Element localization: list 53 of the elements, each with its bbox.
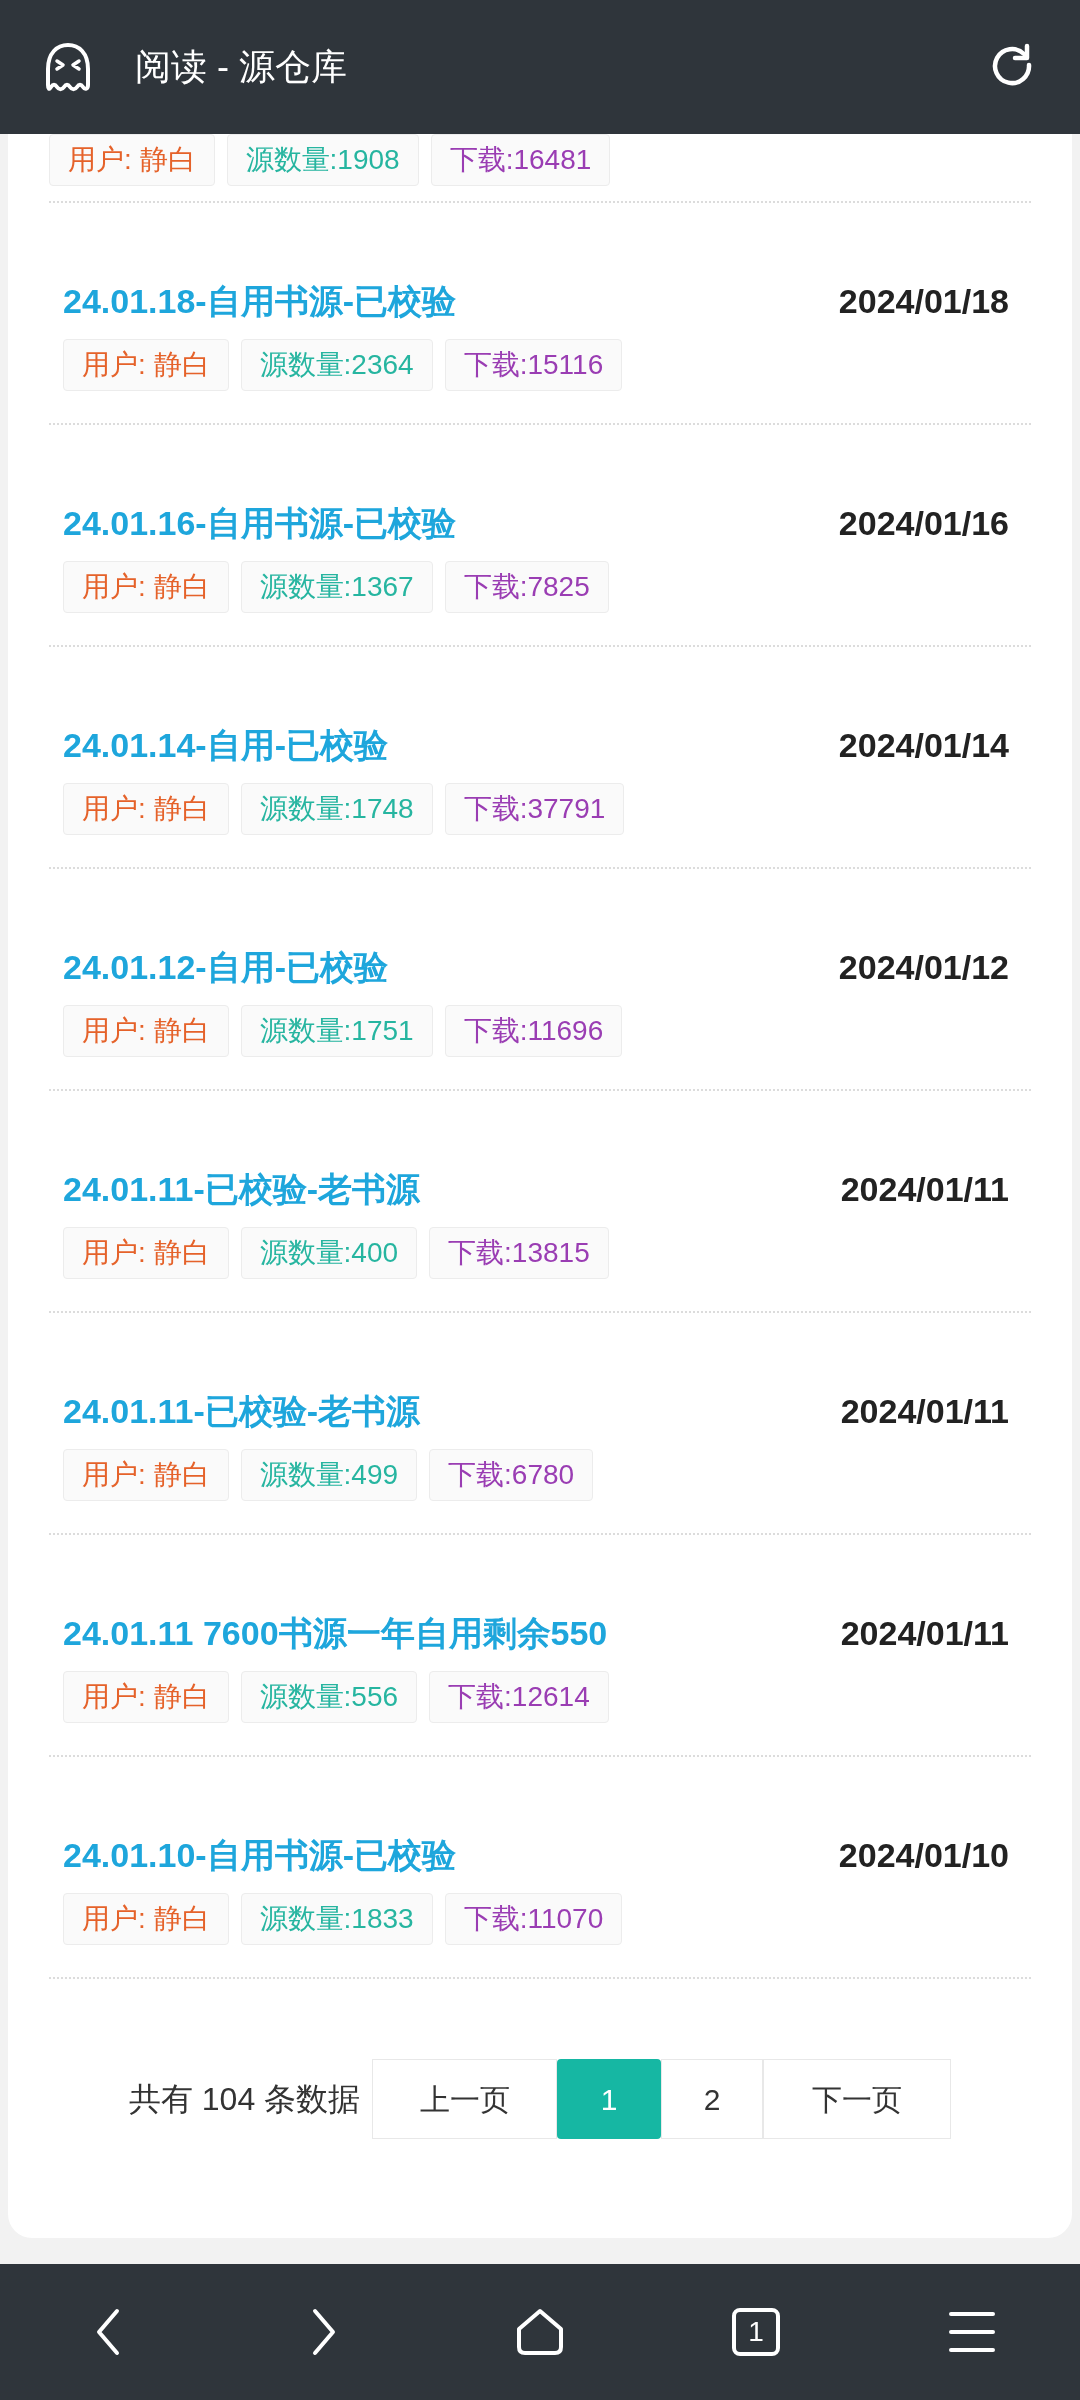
date-text: 2024/01/16 <box>838 502 1009 544</box>
download-count-tag: 下载:7825 <box>444 561 609 613</box>
user-tag: 用户: 静白 <box>63 1893 229 1945</box>
user-tag: 用户: 静白 <box>63 1671 229 1723</box>
user-tag: 用户: 静白 <box>63 1005 229 1057</box>
source-title-link[interactable]: 24.01.11-已校验-老书源 <box>63 1385 421 1437</box>
page-button[interactable]: 2 <box>661 2059 764 2139</box>
date-text: 2024/01/11 <box>840 1168 1009 1210</box>
page-button[interactable]: 上一页 <box>372 2059 558 2139</box>
date-text: 2024/01/18 <box>838 280 1009 322</box>
download-count-tag: 下载:11696 <box>444 1005 623 1057</box>
source-title-link[interactable]: 24.01.10-自用书源-已校验 <box>63 1829 456 1881</box>
user-tag: 用户: 静白 <box>63 1449 229 1501</box>
home-icon[interactable] <box>515 2307 565 2357</box>
date-text: 2024/01/14 <box>838 724 1009 766</box>
source-count-tag: 源数量:1908 <box>226 134 419 186</box>
download-count-tag: 下载:15116 <box>444 339 623 391</box>
ghost-icon[interactable] <box>43 41 93 93</box>
user-tag: 用户: 静白 <box>49 134 215 186</box>
source-title-link[interactable]: 24.01.11-已校验-老书源 <box>63 1163 421 1215</box>
download-count-tag: 下载:37791 <box>444 783 625 835</box>
user-tag: 用户: 静白 <box>63 1227 229 1279</box>
total-count-text: 共有 104 条数据 <box>128 2080 361 2119</box>
download-count-tag: 下载:6780 <box>429 1449 594 1501</box>
download-count-tag: 下载:13815 <box>429 1227 609 1279</box>
user-tag: 用户: 静白 <box>63 561 229 613</box>
tabs-button[interactable]: 1 <box>732 2308 780 2356</box>
date-text: 2024/01/12 <box>838 946 1009 988</box>
page-button[interactable]: 下一页 <box>763 2059 952 2139</box>
source-count-tag: 源数量:1833 <box>240 1893 433 1945</box>
source-count-tag: 源数量:1367 <box>240 561 433 613</box>
source-count-tag: 源数量:1751 <box>240 1005 433 1057</box>
page-title: 阅读 - 源仓库 <box>135 45 348 89</box>
date-text: 2024/01/11 <box>840 1390 1009 1432</box>
source-count-tag: 源数量:1748 <box>240 783 433 835</box>
download-count-tag: 下载:12614 <box>429 1671 609 1723</box>
download-count-tag: 下载:16481 <box>430 134 611 186</box>
source-title-link[interactable]: 24.01.16-自用书源-已校验 <box>63 497 456 549</box>
source-title-link[interactable]: 24.01.12-自用-已校验 <box>63 941 388 993</box>
date-text: 2024/01/10 <box>838 1834 1009 1876</box>
download-count-tag: 下载:11070 <box>444 1893 623 1945</box>
source-count-tag: 源数量:400 <box>240 1227 418 1279</box>
source-count-tag: 源数量:499 <box>240 1449 418 1501</box>
source-title-link[interactable]: 24.01.18-自用书源-已校验 <box>63 275 456 327</box>
user-tag: 用户: 静白 <box>63 339 229 391</box>
source-count-tag: 源数量:556 <box>240 1671 418 1723</box>
page-button[interactable]: 1 <box>557 2059 662 2139</box>
user-tag: 用户: 静白 <box>63 783 229 835</box>
date-text: 2024/01/11 <box>840 1612 1009 1654</box>
source-title-link[interactable]: 24.01.14-自用-已校验 <box>63 719 388 771</box>
menu-icon[interactable] <box>949 2310 995 2354</box>
source-count-tag: 源数量:2364 <box>240 339 433 391</box>
source-title-link[interactable]: 24.01.11 7600书源一年自用剩余550 <box>63 1607 608 1659</box>
